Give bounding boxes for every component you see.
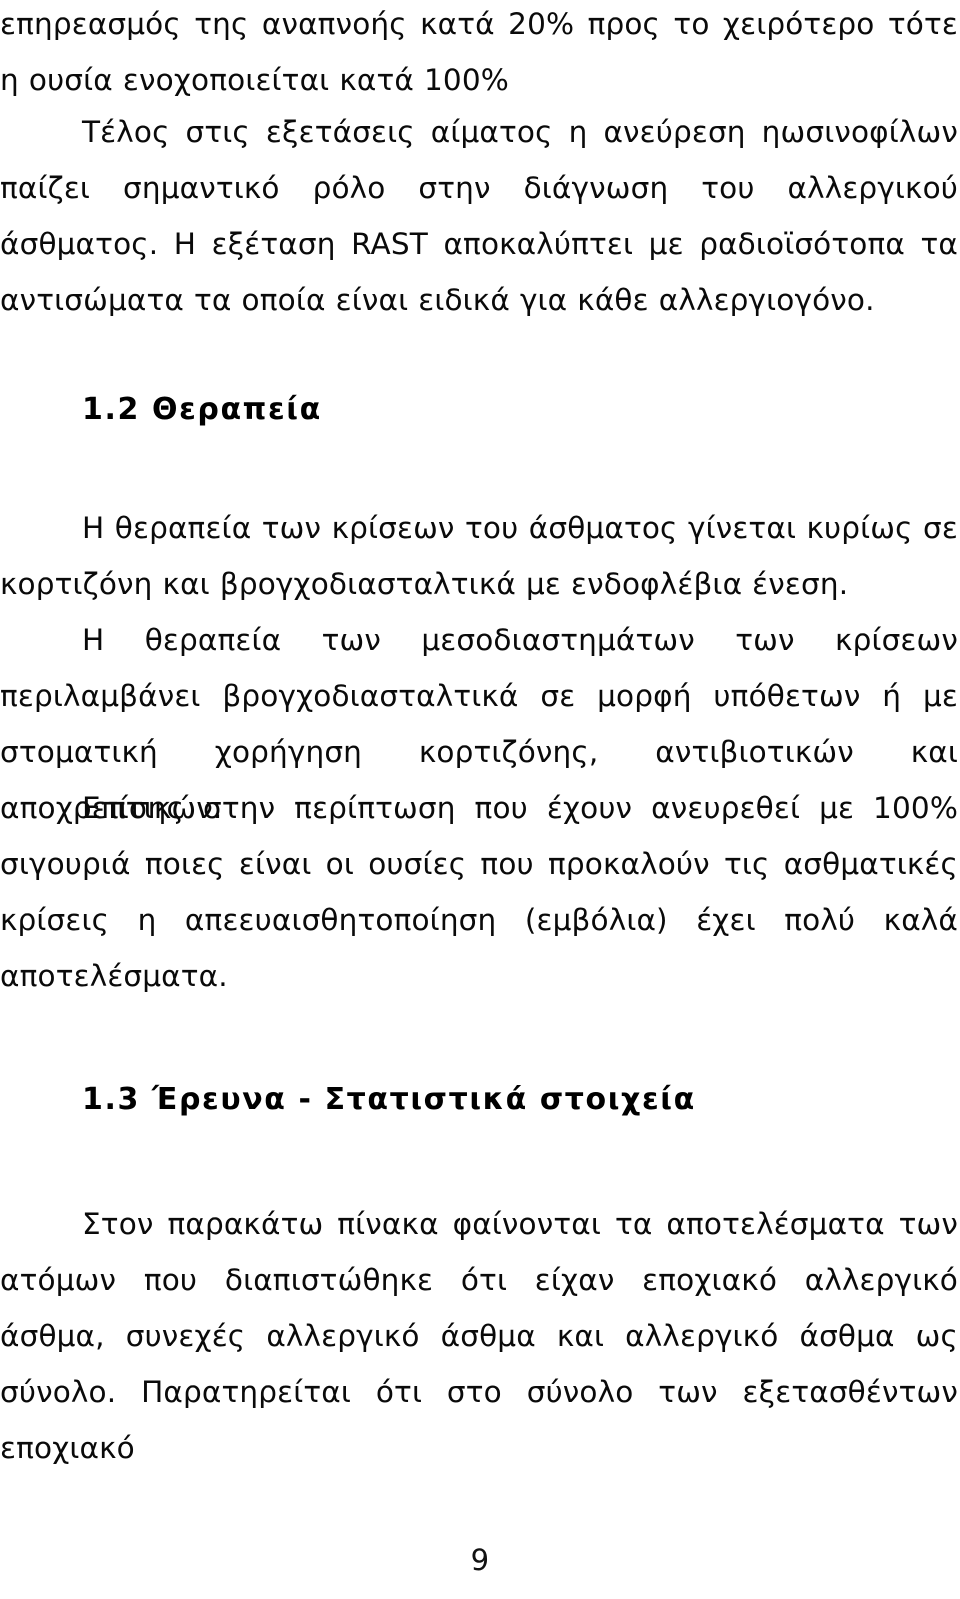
paragraph-block-2: Τέλος στις εξετάσεις αίματος η ανεύρεση … bbox=[0, 104, 958, 328]
paragraph-text-desensitization: Επίσης στην περίπτωση που έχουν ανευρεθε… bbox=[0, 791, 958, 993]
page-number: 9 bbox=[470, 1543, 490, 1577]
paragraph-text-survey-intro: Στον παρακάτω πίνακα φαίνονται τα αποτελ… bbox=[0, 1207, 958, 1465]
paragraph-block-1: επηρεασμός της αναπνοής κατά 20% προς το… bbox=[0, 0, 958, 108]
paragraph-text-continuation: επηρεασμός της αναπνοής κατά 20% προς το… bbox=[0, 7, 958, 97]
paragraph-block-3: Η θεραπεία των κρίσεων του άσθματος γίνε… bbox=[0, 500, 958, 612]
paragraph-text-therapy-crisis: Η θεραπεία των κρίσεων του άσθματος γίνε… bbox=[0, 511, 958, 601]
heading-block-1-2: 1.2 Θεραπεία bbox=[0, 382, 958, 438]
paragraph-block-5: Επίσης στην περίπτωση που έχουν ανευρεθε… bbox=[0, 780, 958, 1004]
document-page: επηρεασμός της αναπνοής κατά 20% προς το… bbox=[0, 0, 960, 1599]
paragraph-block-6: Στον παρακάτω πίνακα φαίνονται τα αποτελ… bbox=[0, 1196, 958, 1476]
section-heading-1-3: 1.3 Έρευνα - Στατιστικά στοιχεία bbox=[82, 1082, 696, 1117]
paragraph-text-rast: Τέλος στις εξετάσεις αίματος η ανεύρεση … bbox=[0, 115, 958, 317]
heading-block-1-3: 1.3 Έρευνα - Στατιστικά στοιχεία bbox=[0, 1072, 958, 1128]
section-heading-1-2: 1.2 Θεραπεία bbox=[82, 392, 322, 427]
